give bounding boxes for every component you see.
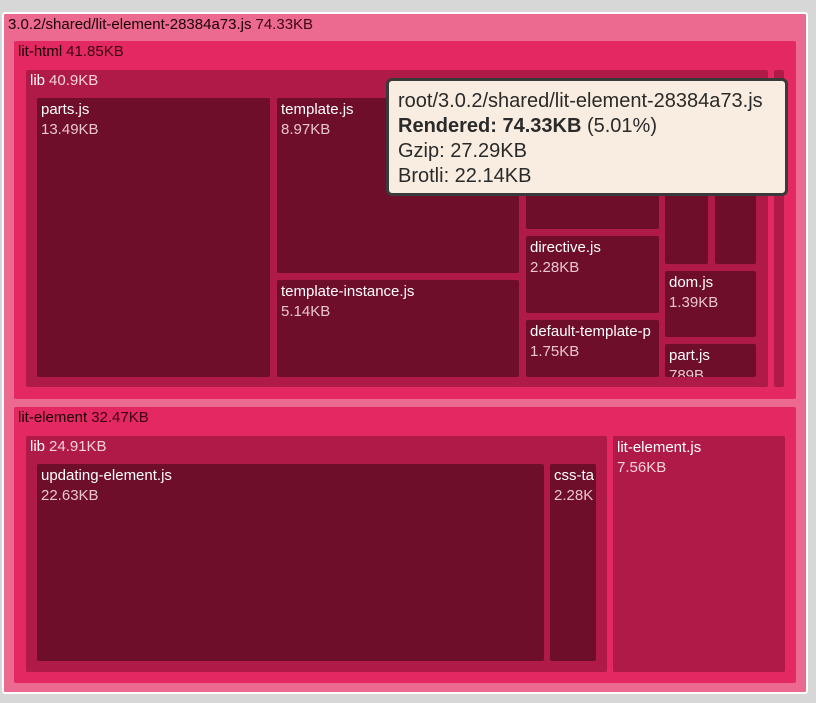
file-directive-name: directive.js bbox=[530, 239, 601, 256]
file-template-label: template.js 8.97KB bbox=[281, 100, 354, 140]
file-template-instance[interactable]: template-instance.js 5.14KB bbox=[277, 280, 519, 377]
file-dom[interactable]: dom.js 1.39KB bbox=[665, 271, 756, 337]
file-css-tag-label: css-ta 2.28K bbox=[554, 466, 594, 506]
file-default-template-processor-name: default-template-p bbox=[530, 323, 651, 340]
file-parts[interactable]: parts.js 13.49KB bbox=[37, 98, 270, 377]
chunk-root-name: 3.0.2/shared/lit-element-28384a73.js bbox=[8, 16, 252, 33]
file-css-tag-size: 2.28K bbox=[554, 487, 594, 504]
file-parts-size: 13.49KB bbox=[41, 121, 99, 138]
file-template-instance-name: template-instance.js bbox=[281, 283, 415, 300]
file-parts-name: parts.js bbox=[41, 101, 90, 118]
file-template-name: template.js bbox=[281, 101, 354, 118]
tooltip-rendered-label: Rendered: 74.33KB bbox=[398, 115, 582, 137]
file-parts-label: parts.js 13.49KB bbox=[41, 100, 99, 140]
file-updating-element[interactable]: updating-element.js 22.63KB bbox=[37, 464, 544, 661]
file-updating-element-name: updating-element.js bbox=[41, 467, 172, 484]
file-part[interactable]: part.js 789B bbox=[665, 344, 756, 377]
group-lit-element-name: lit-element bbox=[18, 409, 88, 426]
file-part-name: part.js bbox=[669, 347, 710, 364]
group-lit-html-label: lit-html 41.85KB bbox=[18, 43, 124, 61]
file-lit-element-size: 7.56KB bbox=[617, 459, 667, 476]
file-lit-element-label: lit-element.js 7.56KB bbox=[617, 438, 701, 478]
node-tooltip: root/3.0.2/shared/lit-element-28384a73.j… bbox=[386, 78, 788, 196]
group-lit-html-lib-label: lib 40.9KB bbox=[30, 72, 98, 90]
file-css-tag[interactable]: css-ta 2.28K bbox=[550, 464, 596, 661]
file-updating-element-label: updating-element.js 22.63KB bbox=[41, 466, 172, 506]
group-lit-element-lib-size: 24.91KB bbox=[49, 438, 107, 455]
tooltip-rendered: Rendered: 74.33KB (5.01%) bbox=[398, 114, 776, 139]
file-dom-size: 1.39KB bbox=[669, 294, 719, 311]
file-template-instance-size: 5.14KB bbox=[281, 303, 331, 320]
tooltip-rendered-pct: (5.01%) bbox=[586, 115, 657, 137]
file-template-instance-label: template-instance.js 5.14KB bbox=[281, 282, 414, 322]
file-directive-label: directive.js 2.28KB bbox=[530, 238, 601, 278]
tooltip-path: root/3.0.2/shared/lit-element-28384a73.j… bbox=[398, 90, 763, 112]
group-lit-element-size: 32.47KB bbox=[91, 409, 149, 426]
tooltip-gzip: Gzip: 27.29KB bbox=[398, 140, 527, 162]
chunk-root-label: 3.0.2/shared/lit-element-28384a73.js 74.3… bbox=[8, 16, 313, 34]
file-dom-label: dom.js 1.39KB bbox=[669, 273, 718, 313]
group-lit-html-size: 41.85KB bbox=[66, 43, 124, 60]
group-lit-element-label: lit-element 32.47KB bbox=[18, 409, 149, 427]
file-directive[interactable]: directive.js 2.28KB bbox=[526, 236, 659, 313]
file-css-tag-name: css-ta bbox=[554, 467, 595, 484]
file-lit-element-name: lit-element.js bbox=[617, 439, 702, 456]
group-lit-html-name: lit-html bbox=[18, 43, 63, 60]
file-default-template-processor[interactable]: default-template-p 1.75KB bbox=[526, 320, 659, 377]
file-dom-name: dom.js bbox=[669, 274, 714, 291]
file-default-template-processor-label: default-template-p 1.75KB bbox=[530, 322, 651, 362]
chunk-root-size: 74.33KB bbox=[255, 16, 314, 33]
file-updating-element-size: 22.63KB bbox=[41, 487, 99, 504]
file-lit-element[interactable]: lit-element.js 7.56KB bbox=[613, 436, 785, 672]
file-part-size: 789B bbox=[669, 367, 705, 377]
tooltip-brotli: Brotli: 22.14KB bbox=[398, 165, 532, 187]
group-lit-element-lib-label: lib 24.91KB bbox=[30, 438, 107, 456]
group-lit-html-lib-name: lib bbox=[30, 72, 46, 89]
group-lit-html-lib-size: 40.9KB bbox=[49, 72, 99, 89]
file-default-template-processor-size: 1.75KB bbox=[530, 343, 580, 360]
group-lit-element-lib-name: lib bbox=[30, 438, 46, 455]
file-template-size: 8.97KB bbox=[281, 121, 331, 138]
file-part-label: part.js 789B bbox=[669, 346, 710, 377]
file-directive-size: 2.28KB bbox=[530, 259, 580, 276]
